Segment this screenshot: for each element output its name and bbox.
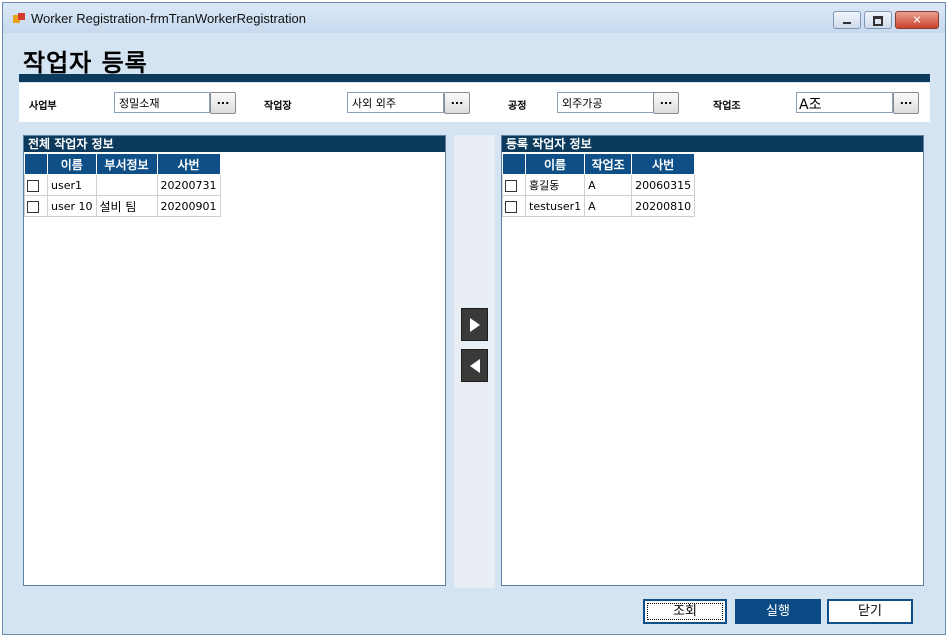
registered-workers-panel: 등록 작업자 정보 이름 작업조 사번 홍길동 A 20060315 testu… (501, 135, 924, 586)
process-label: 공정 (508, 101, 527, 112)
cell-id[interactable]: 20200901 (156, 195, 221, 217)
process-lookup-button[interactable]: ... (653, 92, 679, 114)
all-workers-panel: 전체 작업자 정보 이름 부서정보 사번 user1 20200731 user… (23, 135, 446, 586)
row-checkbox[interactable] (27, 200, 39, 213)
app-icon (13, 13, 25, 25)
table-row[interactable]: user1 20200731 (24, 174, 221, 196)
cell-name[interactable]: 홍길동 (524, 174, 586, 196)
title-divider (19, 74, 930, 82)
table-row[interactable]: 홍길동 A 20060315 (502, 174, 696, 196)
business-field[interactable]: 정밀소재 (114, 92, 210, 113)
move-right-button[interactable] (461, 308, 488, 341)
cell-team[interactable]: A (584, 174, 633, 196)
cell-id[interactable]: 20060315 (631, 174, 696, 196)
select-column-header[interactable] (24, 153, 48, 175)
workplace-label: 작업장 (264, 101, 292, 112)
grid-header-row: 이름 작업조 사번 (502, 153, 696, 175)
all-workers-header: 전체 작업자 정보 (24, 136, 445, 152)
column-header-team[interactable]: 작업조 (584, 153, 633, 175)
registered-workers-header: 등록 작업자 정보 (502, 136, 923, 152)
main-window: Worker Registration-frmTranWorkerRegistr… (2, 2, 946, 635)
arrow-right-icon (469, 317, 480, 332)
process-field[interactable]: 외주가공 (557, 92, 654, 113)
cell-dept[interactable] (95, 174, 158, 196)
workplace-lookup-button[interactable]: ... (444, 92, 470, 114)
cell-dept[interactable]: 설비 팀 (95, 195, 158, 217)
close-button[interactable]: 닫기 (827, 599, 913, 624)
table-row[interactable]: user 10 설비 팀 20200901 (24, 195, 221, 217)
minimize-button[interactable] (833, 11, 861, 29)
business-lookup-button[interactable]: ... (210, 92, 236, 114)
column-header-name[interactable]: 이름 (47, 153, 97, 175)
workplace-field[interactable]: 사외 외주 (347, 92, 444, 113)
title-bar[interactable]: Worker Registration-frmTranWorkerRegistr… (3, 3, 945, 33)
row-checkbox[interactable] (505, 200, 517, 213)
maximize-button[interactable] (864, 11, 892, 29)
minimize-icon (843, 22, 851, 24)
page-title: 작업자 등록 (23, 49, 148, 77)
arrow-left-icon (469, 358, 480, 373)
cell-id[interactable]: 20200731 (156, 174, 221, 196)
team-field[interactable]: A조 (796, 92, 893, 113)
cell-name[interactable]: user1 (47, 174, 97, 196)
move-left-button[interactable] (461, 349, 488, 382)
window-title: Worker Registration-frmTranWorkerRegistr… (31, 11, 306, 26)
close-window-button[interactable]: ✕ (895, 11, 939, 29)
team-lookup-button[interactable]: ... (893, 92, 919, 114)
table-row[interactable]: testuser1 A 20200810 (502, 195, 696, 217)
row-checkbox[interactable] (505, 179, 517, 192)
row-checkbox[interactable] (27, 179, 39, 192)
business-label: 사업부 (29, 101, 57, 112)
search-button[interactable]: 조회 (643, 599, 727, 624)
column-header-dept[interactable]: 부서정보 (95, 153, 158, 175)
registered-workers-grid: 이름 작업조 사번 홍길동 A 20060315 testuser1 A 202… (502, 153, 696, 217)
column-header-id[interactable]: 사번 (156, 153, 221, 175)
cell-name[interactable]: testuser1 (524, 195, 586, 217)
grid-header-row: 이름 부서정보 사번 (24, 153, 221, 175)
maximize-icon (873, 16, 883, 26)
cell-id[interactable]: 20200810 (631, 195, 696, 217)
select-column-header[interactable] (502, 153, 526, 175)
filter-bar: 사업부 정밀소재 ... 작업장 사외 외주 ... 공정 외주가공 ... 작… (19, 83, 930, 122)
column-header-name[interactable]: 이름 (524, 153, 586, 175)
execute-button[interactable]: 실행 (735, 599, 821, 624)
cell-name[interactable]: user 10 (47, 195, 97, 217)
cell-team[interactable]: A (584, 195, 633, 217)
all-workers-grid: 이름 부서정보 사번 user1 20200731 user 10 설비 팀 2… (24, 153, 221, 217)
close-icon: ✕ (912, 13, 922, 27)
column-header-id[interactable]: 사번 (631, 153, 696, 175)
team-label: 작업조 (713, 101, 741, 112)
